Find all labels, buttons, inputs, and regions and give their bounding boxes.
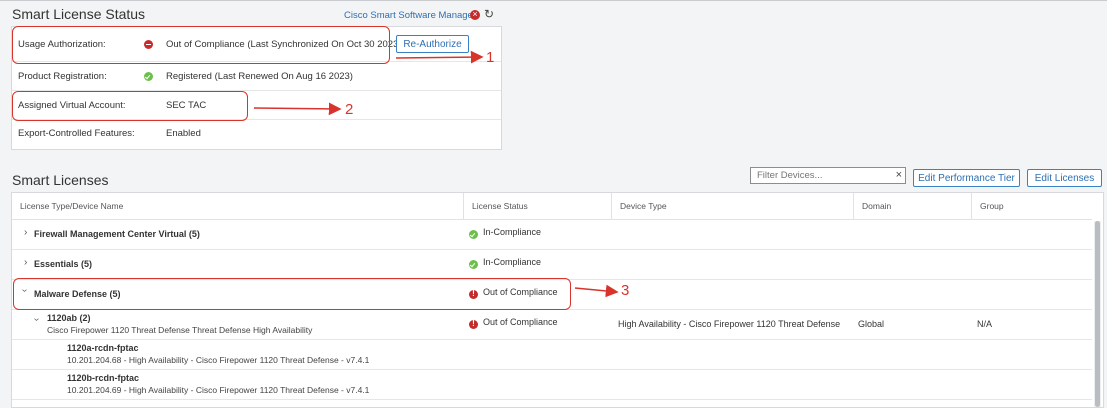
arrow-2 xyxy=(253,102,342,116)
annotation-arrows xyxy=(253,50,619,298)
annotation-number-1: 1 xyxy=(486,49,495,66)
annotation-number-2: 2 xyxy=(345,101,354,118)
arrow-3 xyxy=(574,284,619,298)
arrow-1 xyxy=(395,50,484,64)
annotation-number-3: 3 xyxy=(621,282,630,299)
